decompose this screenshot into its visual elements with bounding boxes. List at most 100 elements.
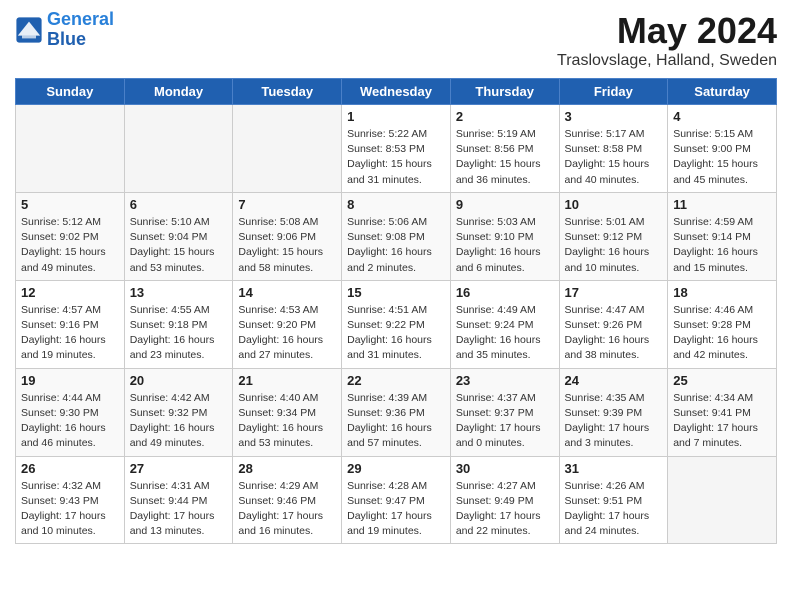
day-number: 18 — [673, 285, 771, 300]
day-number: 4 — [673, 109, 771, 124]
calendar-cell: 25 Sunrise: 4:34 AM Sunset: 9:41 PM Dayli… — [668, 368, 777, 456]
day-number: 29 — [347, 461, 445, 476]
calendar-cell: 14Sunrise: 4:53 AM Sunset: 9:20 PM Dayli… — [233, 280, 342, 368]
week-row-2: 5Sunrise: 5:12 AM Sunset: 9:02 PM Daylig… — [16, 192, 777, 280]
day-number: 26 — [21, 461, 119, 476]
day-info: Sunrise: 4:55 AM Sunset: 9:18 PM Dayligh… — [130, 303, 228, 364]
calendar-cell: 24Sunrise: 4:35 AM Sunset: 9:39 PM Dayli… — [559, 368, 668, 456]
calendar-cell — [16, 105, 125, 193]
day-info: Sunrise: 5:10 AM Sunset: 9:04 PM Dayligh… — [130, 215, 228, 276]
subtitle: Traslovslage, Halland, Sweden — [557, 52, 777, 70]
day-info: Sunrise: 5:03 AM Sunset: 9:10 PM Dayligh… — [456, 215, 554, 276]
logo-icon — [15, 16, 43, 44]
day-info: Sunrise: 4:42 AM Sunset: 9:32 PM Dayligh… — [130, 391, 228, 452]
calendar-cell: 4 Sunrise: 5:15 AM Sunset: 9:00 PM Daylig… — [668, 105, 777, 193]
day-info: Sunrise: 4:29 AM Sunset: 9:46 PM Dayligh… — [238, 479, 336, 540]
day-number: 11 — [673, 197, 771, 212]
page-header: General Blue May 2024 Traslovslage, Hall… — [15, 10, 777, 70]
day-info: Sunrise: 5:01 AM Sunset: 9:12 PM Dayligh… — [565, 215, 663, 276]
day-info: Sunrise: 5:19 AM Sunset: 8:56 PM Dayligh… — [456, 127, 554, 188]
day-info: Sunrise: 5:17 AM Sunset: 8:58 PM Dayligh… — [565, 127, 663, 188]
day-header-thursday: Thursday — [450, 79, 559, 105]
day-header-friday: Friday — [559, 79, 668, 105]
day-number: 30 — [456, 461, 554, 476]
day-number: 17 — [565, 285, 663, 300]
day-number: 9 — [456, 197, 554, 212]
calendar-cell: 21 Sunrise: 4:40 AM Sunset: 9:34 PM Dayli… — [233, 368, 342, 456]
day-number: 10 — [565, 197, 663, 212]
day-info: Sunrise: 4:49 AM Sunset: 9:24 PM Dayligh… — [456, 303, 554, 364]
calendar-cell: 6Sunrise: 5:10 AM Sunset: 9:04 PM Daylig… — [124, 192, 233, 280]
day-number: 21 — [238, 373, 336, 388]
calendar-cell: 23Sunrise: 4:37 AM Sunset: 9:37 PM Dayli… — [450, 368, 559, 456]
logo-text: General Blue — [47, 10, 114, 50]
calendar-cell: 18 Sunrise: 4:46 AM Sunset: 9:28 PM Dayli… — [668, 280, 777, 368]
day-number: 23 — [456, 373, 554, 388]
day-number: 1 — [347, 109, 445, 124]
calendar-cell — [668, 456, 777, 544]
title-area: May 2024 Traslovslage, Halland, Sweden — [557, 10, 777, 70]
day-info: Sunrise: 4:51 AM Sunset: 9:22 PM Dayligh… — [347, 303, 445, 364]
calendar-cell: 28 Sunrise: 4:29 AM Sunset: 9:46 PM Dayli… — [233, 456, 342, 544]
day-number: 28 — [238, 461, 336, 476]
main-title: May 2024 — [557, 10, 777, 52]
day-number: 13 — [130, 285, 228, 300]
calendar-cell: 19Sunrise: 4:44 AM Sunset: 9:30 PM Dayli… — [16, 368, 125, 456]
day-number: 16 — [456, 285, 554, 300]
calendar-cell: 20 Sunrise: 4:42 AM Sunset: 9:32 PM Dayli… — [124, 368, 233, 456]
day-number: 27 — [130, 461, 228, 476]
day-info: Sunrise: 4:31 AM Sunset: 9:44 PM Dayligh… — [130, 479, 228, 540]
calendar-cell: 31Sunrise: 4:26 AM Sunset: 9:51 PM Dayli… — [559, 456, 668, 544]
day-number: 25 — [673, 373, 771, 388]
day-info: Sunrise: 4:44 AM Sunset: 9:30 PM Dayligh… — [21, 391, 119, 452]
day-info: Sunrise: 5:15 AM Sunset: 9:00 PM Dayligh… — [673, 127, 771, 188]
calendar-cell: 5Sunrise: 5:12 AM Sunset: 9:02 PM Daylig… — [16, 192, 125, 280]
day-number: 2 — [456, 109, 554, 124]
calendar-cell: 3Sunrise: 5:17 AM Sunset: 8:58 PM Daylig… — [559, 105, 668, 193]
calendar-cell: 27 Sunrise: 4:31 AM Sunset: 9:44 PM Dayli… — [124, 456, 233, 544]
page-container: General Blue May 2024 Traslovslage, Hall… — [0, 0, 792, 559]
day-info: Sunrise: 5:06 AM Sunset: 9:08 PM Dayligh… — [347, 215, 445, 276]
day-number: 14 — [238, 285, 336, 300]
calendar-cell: 11 Sunrise: 4:59 AM Sunset: 9:14 PM Dayli… — [668, 192, 777, 280]
day-header-tuesday: Tuesday — [233, 79, 342, 105]
day-info: Sunrise: 4:34 AM Sunset: 9:41 PM Dayligh… — [673, 391, 771, 452]
day-info: Sunrise: 4:32 AM Sunset: 9:43 PM Dayligh… — [21, 479, 119, 540]
calendar-cell: 13 Sunrise: 4:55 AM Sunset: 9:18 PM Dayli… — [124, 280, 233, 368]
calendar-cell: 12 Sunrise: 4:57 AM Sunset: 9:16 PM Dayli… — [16, 280, 125, 368]
day-info: Sunrise: 4:40 AM Sunset: 9:34 PM Dayligh… — [238, 391, 336, 452]
calendar-cell: 10 Sunrise: 5:01 AM Sunset: 9:12 PM Dayli… — [559, 192, 668, 280]
day-info: Sunrise: 4:39 AM Sunset: 9:36 PM Dayligh… — [347, 391, 445, 452]
day-number: 12 — [21, 285, 119, 300]
calendar-cell: 29 Sunrise: 4:28 AM Sunset: 9:47 PM Dayli… — [342, 456, 451, 544]
day-info: Sunrise: 4:59 AM Sunset: 9:14 PM Dayligh… — [673, 215, 771, 276]
calendar-header-row: SundayMondayTuesdayWednesdayThursdayFrid… — [16, 79, 777, 105]
calendar-cell: 2 Sunrise: 5:19 AM Sunset: 8:56 PM Daylig… — [450, 105, 559, 193]
calendar-cell: 7 Sunrise: 5:08 AM Sunset: 9:06 PM Daylig… — [233, 192, 342, 280]
calendar-table: SundayMondayTuesdayWednesdayThursdayFrid… — [15, 78, 777, 544]
day-info: Sunrise: 4:28 AM Sunset: 9:47 PM Dayligh… — [347, 479, 445, 540]
calendar-cell: 30 Sunrise: 4:27 AM Sunset: 9:49 PM Dayli… — [450, 456, 559, 544]
day-info: Sunrise: 4:57 AM Sunset: 9:16 PM Dayligh… — [21, 303, 119, 364]
day-info: Sunrise: 4:35 AM Sunset: 9:39 PM Dayligh… — [565, 391, 663, 452]
day-header-monday: Monday — [124, 79, 233, 105]
calendar-cell: 9 Sunrise: 5:03 AM Sunset: 9:10 PM Daylig… — [450, 192, 559, 280]
calendar-cell: 15 Sunrise: 4:51 AM Sunset: 9:22 PM Dayli… — [342, 280, 451, 368]
day-header-sunday: Sunday — [16, 79, 125, 105]
calendar-cell: 8 Sunrise: 5:06 AM Sunset: 9:08 PM Daylig… — [342, 192, 451, 280]
day-number: 31 — [565, 461, 663, 476]
calendar-cell: 16 Sunrise: 4:49 AM Sunset: 9:24 PM Dayli… — [450, 280, 559, 368]
day-number: 8 — [347, 197, 445, 212]
day-number: 7 — [238, 197, 336, 212]
day-info: Sunrise: 4:27 AM Sunset: 9:49 PM Dayligh… — [456, 479, 554, 540]
day-number: 20 — [130, 373, 228, 388]
day-info: Sunrise: 4:46 AM Sunset: 9:28 PM Dayligh… — [673, 303, 771, 364]
calendar-cell — [124, 105, 233, 193]
calendar-cell: 17Sunrise: 4:47 AM Sunset: 9:26 PM Dayli… — [559, 280, 668, 368]
day-header-saturday: Saturday — [668, 79, 777, 105]
day-number: 5 — [21, 197, 119, 212]
day-info: Sunrise: 5:22 AM Sunset: 8:53 PM Dayligh… — [347, 127, 445, 188]
calendar-cell: 26 Sunrise: 4:32 AM Sunset: 9:43 PM Dayli… — [16, 456, 125, 544]
day-number: 15 — [347, 285, 445, 300]
day-info: Sunrise: 5:08 AM Sunset: 9:06 PM Dayligh… — [238, 215, 336, 276]
